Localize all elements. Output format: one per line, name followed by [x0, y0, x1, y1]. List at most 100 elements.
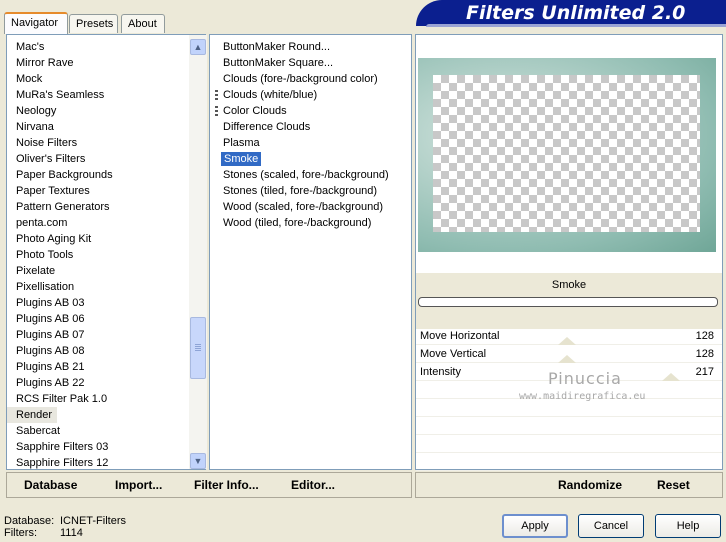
filters-count: 1114: [60, 527, 83, 539]
reset-button[interactable]: Reset: [657, 473, 690, 497]
category-item[interactable]: Plugins AB 07: [7, 327, 113, 343]
filter-label: Wood (tiled, fore-/background): [223, 217, 372, 229]
help-button[interactable]: Help: [655, 514, 721, 538]
database-label: Database:: [4, 515, 55, 527]
category-item[interactable]: Mock: [7, 71, 113, 87]
filter-item[interactable]: Wood (tiled, fore-/background): [210, 215, 389, 231]
category-item[interactable]: Mac's: [7, 39, 113, 55]
filter-item[interactable]: Plasma: [210, 135, 389, 151]
app-banner: Filters Unlimited 2.0: [416, 0, 726, 26]
filter-item[interactable]: Smoke: [210, 151, 389, 167]
category-item[interactable]: Pixelate: [7, 263, 113, 279]
param-empty: [416, 435, 722, 453]
category-item[interactable]: Plugins AB 03: [7, 295, 113, 311]
banner-stripe: [426, 24, 726, 27]
watermark-url: www.maidiregrafica.eu: [519, 391, 646, 402]
marker-icon: [215, 106, 218, 117]
filter-label: Plasma: [223, 137, 260, 149]
tab-navigator[interactable]: Navigator: [4, 12, 68, 34]
filter-item[interactable]: Color Clouds: [210, 103, 389, 119]
editor-button[interactable]: Editor...: [291, 473, 335, 497]
category-item[interactable]: Oliver's Filters: [7, 151, 113, 167]
tab-presets[interactable]: Presets: [69, 14, 118, 33]
category-item[interactable]: penta.com: [7, 215, 113, 231]
category-item[interactable]: Noise Filters: [7, 135, 113, 151]
slider-handle[interactable]: [558, 337, 576, 345]
filter-item[interactable]: Wood (scaled, fore-/background): [210, 199, 389, 215]
apply-button[interactable]: Apply: [502, 514, 568, 538]
category-list: Mac's Mirror Rave Mock MuRa's Seamless Neolo…: [7, 39, 113, 471]
chevron-down-icon: ▼: [193, 456, 203, 466]
category-item[interactable]: Pattern Generators: [7, 199, 113, 215]
category-item[interactable]: Plugins AB 06: [7, 311, 113, 327]
preview-panel: Smoke Move Horizontal 128 Move Vertical …: [415, 34, 723, 471]
filters-label: Filters:: [4, 527, 37, 539]
status-info: Database: ICNET-Filters Filters: 1114: [4, 515, 126, 539]
filter-item[interactable]: Stones (tiled, fore-/background): [210, 183, 389, 199]
category-item[interactable]: Sapphire Filters 12: [7, 455, 113, 471]
scroll-up-button[interactable]: ▲: [190, 39, 206, 55]
filter-list-panel: ButtonMaker Round... ButtonMaker Square..…: [209, 34, 412, 470]
slider-handle[interactable]: [558, 355, 576, 363]
param-move-horizontal[interactable]: Move Horizontal 128: [416, 327, 722, 345]
database-button[interactable]: Database: [24, 473, 77, 497]
filter-item[interactable]: ButtonMaker Square...: [210, 55, 389, 71]
category-item[interactable]: Nirvana: [7, 119, 113, 135]
category-scrollbar[interactable]: ▲ ▼: [189, 35, 207, 469]
app-title: Filters Unlimited 2.0: [466, 2, 686, 24]
category-item[interactable]: Plugins AB 21: [7, 359, 113, 375]
category-item[interactable]: Photo Tools: [7, 247, 113, 263]
randomize-button[interactable]: Randomize: [558, 473, 622, 497]
param-label: Intensity: [420, 366, 461, 378]
filter-label: ButtonMaker Square...: [223, 57, 334, 69]
scroll-thumb[interactable]: [190, 317, 206, 379]
scroll-down-button[interactable]: ▼: [190, 453, 206, 469]
param-move-vertical[interactable]: Move Vertical 128: [416, 345, 722, 363]
category-item[interactable]: MuRa's Seamless: [7, 87, 113, 103]
filter-label: Smoke: [221, 152, 262, 166]
database-value: ICNET-Filters: [60, 515, 126, 527]
category-item[interactable]: Photo Aging Kit: [7, 231, 113, 247]
filter-list: ButtonMaker Round... ButtonMaker Square..…: [210, 39, 389, 231]
cancel-button[interactable]: Cancel: [578, 514, 644, 538]
current-filter-name: Smoke: [416, 273, 722, 297]
category-item[interactable]: RCS Filter Pak 1.0: [7, 391, 113, 407]
filter-item[interactable]: Clouds (fore-/background color): [210, 71, 389, 87]
category-item[interactable]: Paper Backgrounds: [7, 167, 113, 183]
filter-item[interactable]: Difference Clouds: [210, 119, 389, 135]
category-item[interactable]: Neology: [7, 103, 113, 119]
tab-about[interactable]: About: [121, 14, 165, 33]
category-item[interactable]: Paper Textures: [7, 183, 113, 199]
preview-image: [418, 58, 716, 252]
category-item[interactable]: Plugins AB 08: [7, 343, 113, 359]
filter-info-button[interactable]: Filter Info...: [194, 473, 259, 497]
param-value: 217: [695, 366, 714, 378]
filter-item[interactable]: Clouds (white/blue): [210, 87, 389, 103]
import-button[interactable]: Import...: [115, 473, 162, 497]
param-value: 128: [695, 348, 714, 360]
filter-label: Color Clouds: [223, 105, 287, 117]
category-item[interactable]: Plugins AB 22: [7, 375, 113, 391]
filter-label: Clouds (fore-/background color): [223, 73, 378, 85]
slider-handle[interactable]: [662, 373, 680, 381]
watermark-name: Pinuccia: [548, 369, 622, 388]
left-toolbar: Database Import... Filter Info... Editor…: [6, 472, 412, 498]
filter-label: Wood (scaled, fore-/background): [223, 201, 383, 213]
filter-label: Stones (tiled, fore-/background): [223, 185, 378, 197]
param-empty: [416, 417, 722, 435]
filter-label: Difference Clouds: [223, 121, 311, 133]
filter-label: ButtonMaker Round...: [223, 41, 331, 53]
category-item[interactable]: Mirror Rave: [7, 55, 113, 71]
right-toolbar: Randomize Reset: [415, 472, 723, 498]
category-item[interactable]: Render: [7, 407, 57, 423]
category-item[interactable]: Sapphire Filters 03: [7, 439, 113, 455]
filter-label: Clouds (white/blue): [223, 89, 318, 101]
param-value: 128: [695, 330, 714, 342]
filter-label: Stones (scaled, fore-/background): [223, 169, 389, 181]
transparency-checkerboard: [433, 75, 700, 232]
category-item[interactable]: Pixellisation: [7, 279, 113, 295]
param-label: Move Vertical: [420, 348, 487, 360]
filter-item[interactable]: ButtonMaker Round...: [210, 39, 389, 55]
category-item[interactable]: Sabercat: [7, 423, 113, 439]
filter-item[interactable]: Stones (scaled, fore-/background): [210, 167, 389, 183]
